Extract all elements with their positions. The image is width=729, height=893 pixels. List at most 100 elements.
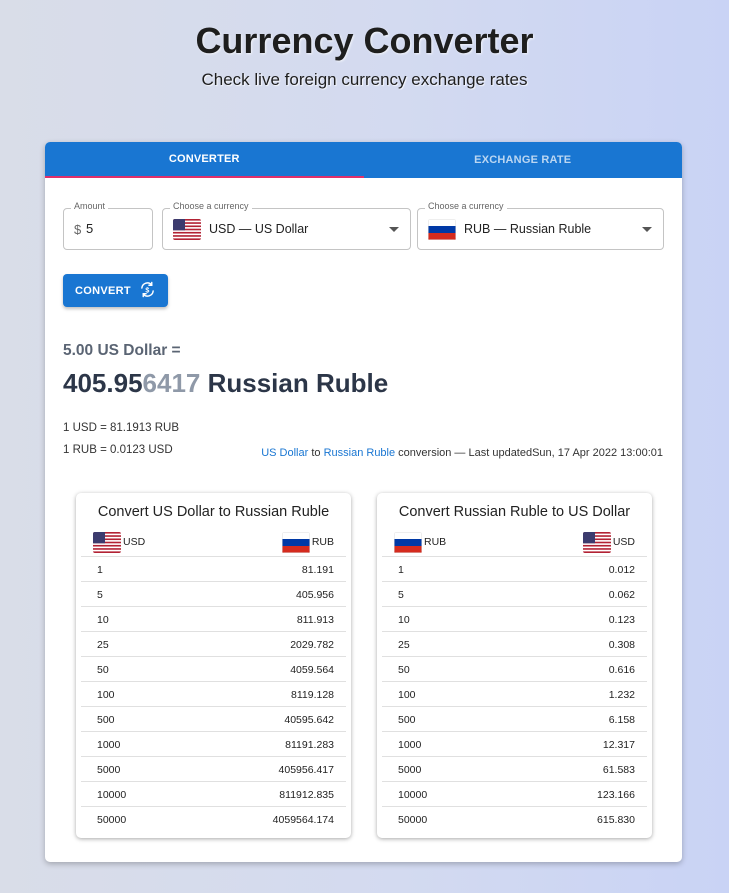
amount-field[interactable]: Amount $ [63, 201, 153, 250]
result-currency-name: Russian Ruble [200, 368, 389, 398]
row-converted: 0.123 [608, 614, 635, 626]
row-converted: 811.913 [296, 614, 334, 626]
row-amount: 50 [97, 664, 109, 676]
row-amount: 100 [398, 689, 416, 701]
amount-input[interactable] [86, 221, 146, 236]
row-amount: 25 [97, 639, 109, 651]
chevron-down-icon[interactable] [389, 227, 399, 232]
to-currency-value: RUB — Russian Ruble [464, 222, 592, 236]
row-converted: 123.166 [597, 789, 635, 801]
convert-button[interactable]: CONVERT $ [63, 274, 168, 307]
row-converted: 12.317 [602, 739, 635, 751]
convert-button-label: CONVERT [75, 284, 131, 297]
table-row: 25 2029.782 [81, 632, 346, 657]
amount-label: Amount [71, 201, 109, 211]
row-converted: 405.956 [296, 589, 334, 601]
row-converted: 405956.417 [278, 764, 334, 776]
us-dollar-link[interactable]: US Dollar [261, 447, 308, 459]
table-row: 5 405.956 [81, 582, 346, 607]
table-col2-header: USD [612, 536, 635, 548]
table-col2-header: RUB [311, 536, 334, 548]
page-subtitle: Check live foreign currency exchange rat… [201, 70, 528, 89]
table-row: 25 0.308 [382, 632, 647, 657]
table-title: Convert Russian Ruble to US Dollar [398, 504, 631, 520]
row-converted: 81191.283 [285, 739, 334, 751]
row-amount: 1 [97, 564, 103, 576]
row-amount: 5000 [398, 764, 422, 776]
row-converted: 2029.782 [290, 639, 334, 651]
row-converted: 0.062 [608, 589, 635, 601]
table-row: 50 4059.564 [81, 657, 346, 682]
table-row: 100 8119.128 [81, 682, 346, 707]
row-amount: 1 [398, 564, 404, 576]
row-amount: 10 [97, 614, 109, 626]
rate-usd-to-rub: 1 USD = 81.1913 RUB [63, 422, 180, 434]
table-header: RUB USD [382, 529, 647, 557]
row-converted: 0.308 [608, 639, 635, 651]
us-flag-icon [583, 532, 611, 553]
tab-bar: CONVERTER EXCHANGE RATE [45, 142, 682, 178]
row-converted: 1.232 [608, 689, 635, 701]
update-to-word: to [308, 447, 324, 459]
row-amount: 500 [97, 714, 115, 726]
row-converted: 40595.642 [284, 714, 334, 726]
us-flag-icon [173, 219, 201, 240]
usd-to-rub-table: Convert US Dollar to Russian Ruble USD R… [76, 493, 351, 838]
chevron-down-icon[interactable] [642, 227, 652, 232]
russian-ruble-link[interactable]: Russian Ruble [324, 447, 396, 459]
ru-flag-icon [282, 532, 310, 553]
row-amount: 10000 [398, 789, 428, 801]
row-converted: 61.583 [602, 764, 635, 776]
table-header: USD RUB [81, 529, 346, 557]
from-currency-select[interactable]: Choose a currency USD — US Dollar [162, 201, 411, 250]
currency-exchange-icon: $ [139, 281, 156, 301]
row-amount: 10 [398, 614, 410, 626]
table-row: 1 81.191 [81, 557, 346, 582]
table-row: 10 0.123 [382, 607, 647, 632]
rate-rub-to-usd: 1 RUB = 0.0123 USD [63, 444, 173, 456]
table-row: 50000 4059564.174 [81, 807, 346, 832]
table-row: 50000 615.830 [382, 807, 647, 832]
row-converted: 0.012 [608, 564, 635, 576]
result-converted-amount: 405.956417 Russian Ruble [63, 368, 388, 399]
result-from-amount: 5.00 US Dollar = [63, 342, 181, 359]
row-converted: 0.616 [608, 664, 635, 676]
table-row: 500 40595.642 [81, 707, 346, 732]
row-amount: 5 [398, 589, 404, 601]
page-title: Currency Converter [195, 20, 534, 61]
to-currency-label: Choose a currency [425, 201, 507, 211]
tab-exchange-rate[interactable]: EXCHANGE RATE [364, 142, 683, 178]
row-amount: 50000 [97, 814, 127, 826]
table-title: Convert US Dollar to Russian Ruble [97, 504, 330, 520]
tab-converter[interactable]: CONVERTER [45, 142, 364, 178]
row-amount: 100 [97, 689, 115, 701]
table-row: 1000 81191.283 [81, 732, 346, 757]
ru-flag-icon [428, 219, 456, 240]
from-currency-label: Choose a currency [170, 201, 252, 211]
svg-text:$: $ [145, 286, 149, 294]
table-row: 500 6.158 [382, 707, 647, 732]
row-converted: 8119.128 [290, 689, 334, 701]
row-amount: 1000 [97, 739, 121, 751]
from-currency-value: USD — US Dollar [209, 222, 309, 236]
table-row: 50 0.616 [382, 657, 647, 682]
rub-to-usd-table: Convert Russian Ruble to US Dollar RUB U… [377, 493, 652, 838]
table-row: 5 0.062 [382, 582, 647, 607]
result-amount-extra-digits: 6417 [142, 368, 201, 398]
row-amount: 10000 [97, 789, 127, 801]
row-converted: 81.191 [301, 564, 334, 576]
result-amount-main: 405.95 [63, 368, 143, 398]
row-amount: 5000 [97, 764, 121, 776]
table-row: 10000 811912.835 [81, 782, 346, 807]
converter-card: CONVERTER EXCHANGE RATE Amount $ Choose … [45, 142, 682, 862]
to-currency-select[interactable]: Choose a currency RUB — Russian Ruble [417, 201, 664, 250]
table-row: 5000 61.583 [382, 757, 647, 782]
update-suffix: conversion — Last updatedSun, 17 Apr 202… [395, 447, 663, 459]
table-row: 10000 123.166 [382, 782, 647, 807]
table-row: 100 1.232 [382, 682, 647, 707]
row-converted: 4059.564 [290, 664, 334, 676]
row-amount: 5 [97, 589, 103, 601]
last-updated-text: US Dollar to Russian Ruble conversion — … [261, 447, 663, 459]
row-amount: 25 [398, 639, 410, 651]
row-converted: 811912.835 [279, 789, 334, 801]
